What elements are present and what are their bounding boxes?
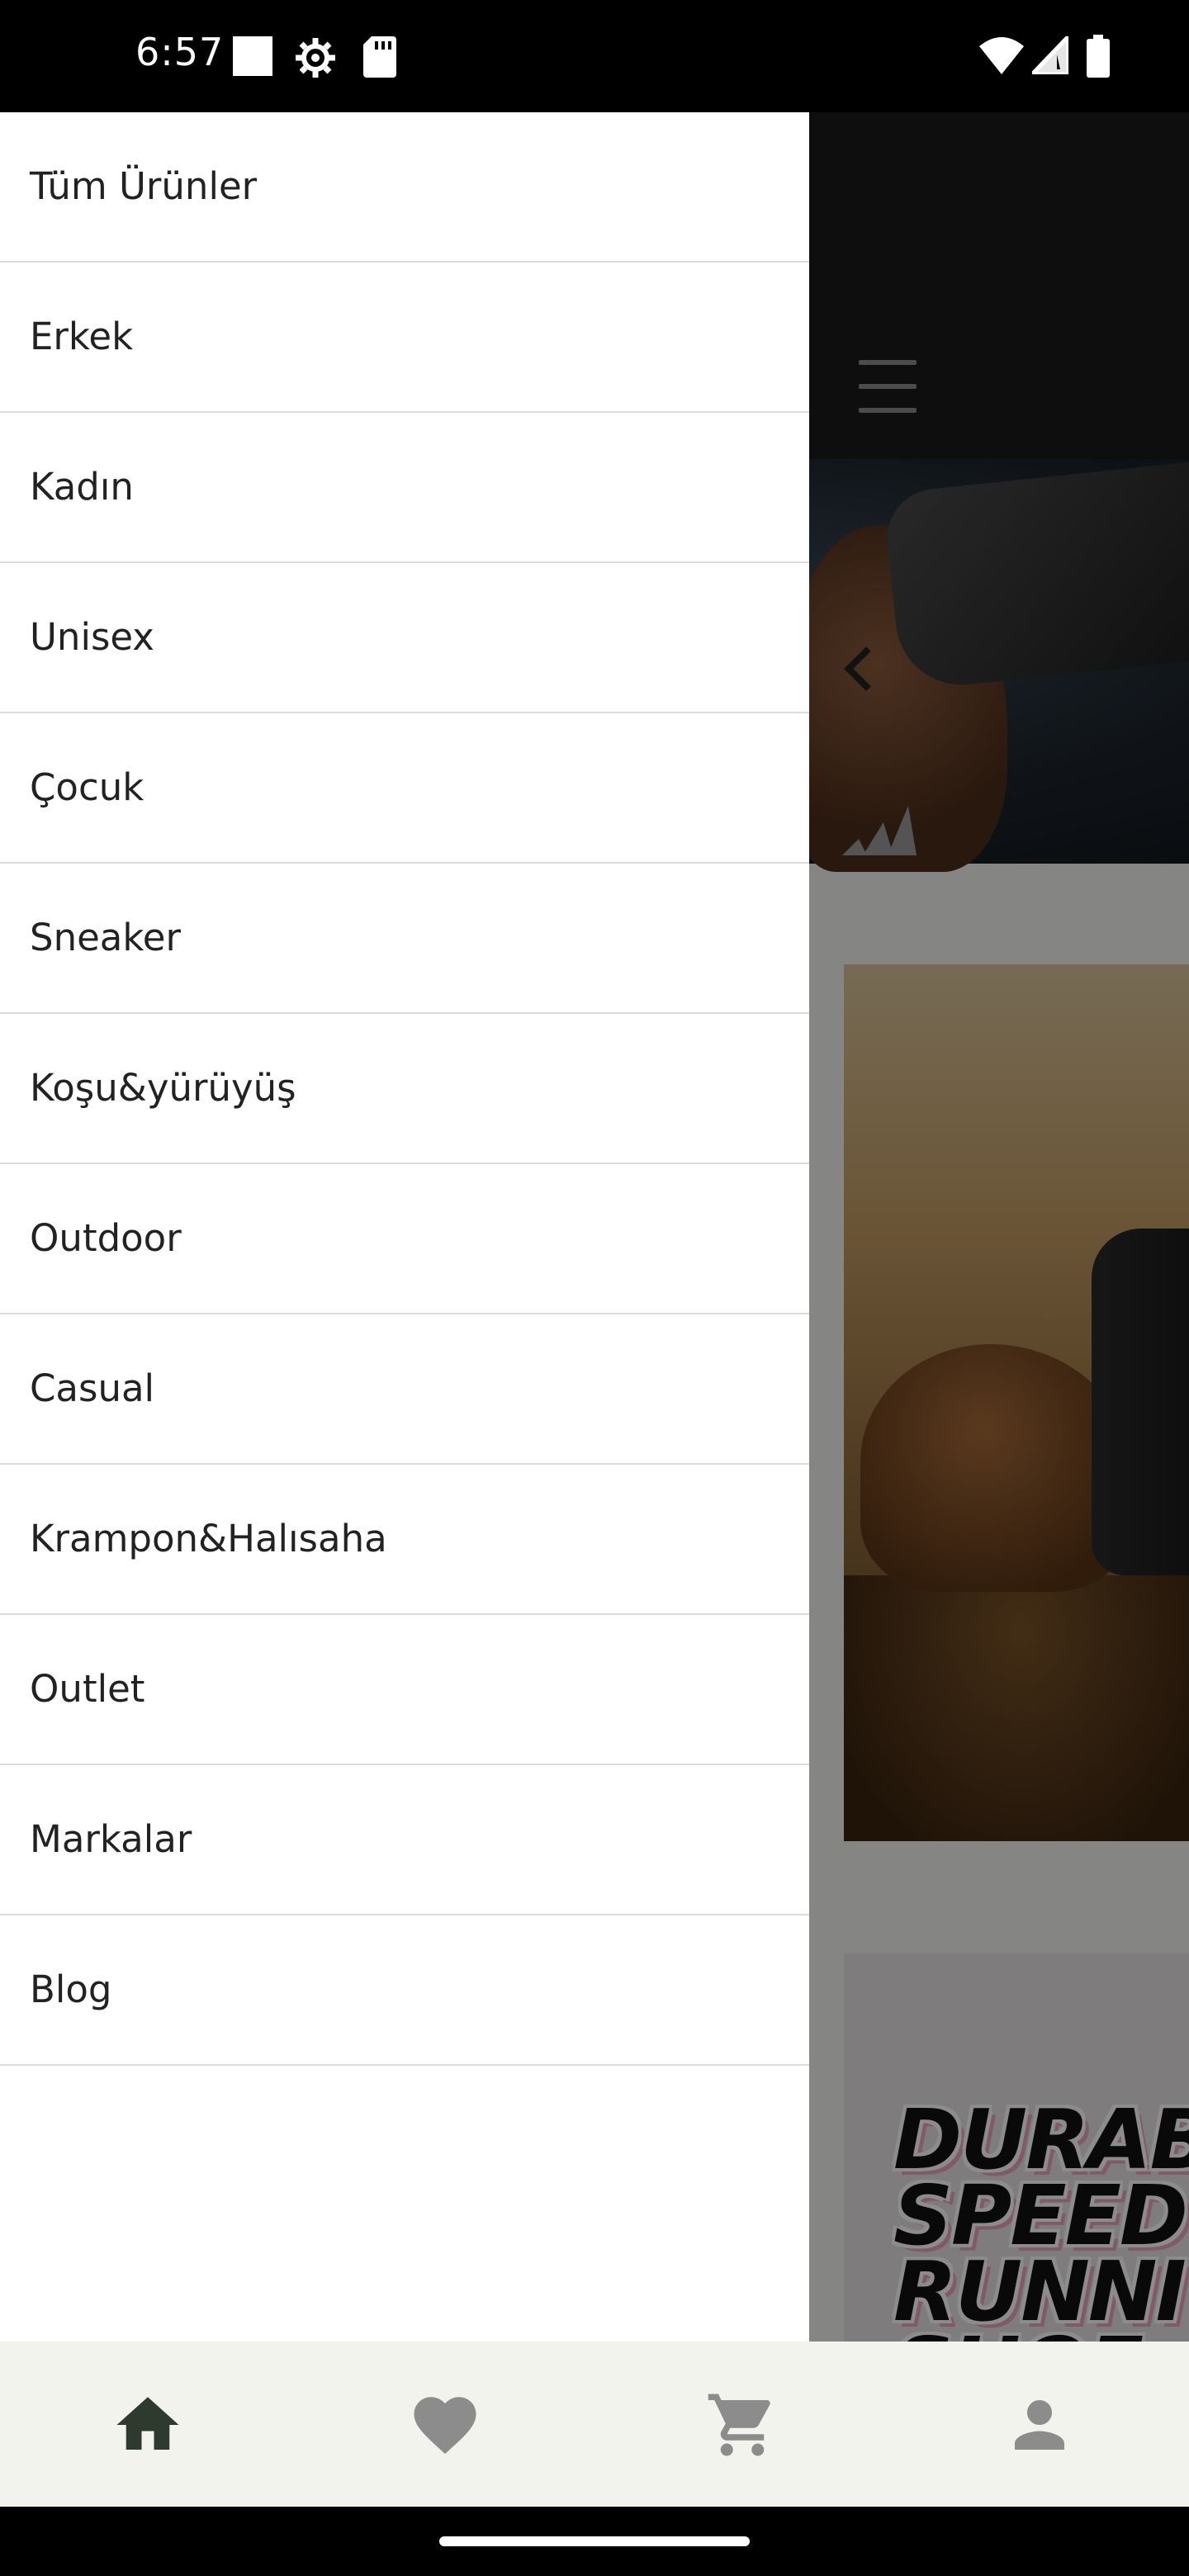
drawer-item-blog[interactable]: Blog (0, 1915, 809, 2066)
drawer-item-cocuk[interactable]: Çocuk (0, 713, 809, 864)
drawer-item-sneaker[interactable]: Sneaker (0, 864, 809, 1014)
navigation-drawer: Tüm Ürünler Erkek Kadın Unisex Çocuk Sne… (0, 112, 809, 2342)
drawer-item-markalar[interactable]: Markalar (0, 1765, 809, 1915)
drawer-item-label: Unisex (30, 615, 154, 659)
cart-icon[interactable] (705, 2388, 779, 2462)
drawer-item-kadin[interactable]: Kadın (0, 413, 809, 563)
settings-gear-icon (296, 38, 335, 78)
drawer-item-label: Outdoor (30, 1216, 182, 1260)
drawer-item-unisex[interactable]: Unisex (0, 563, 809, 713)
drawer-item-label: Kadın (30, 465, 134, 509)
drawer-item-outlet[interactable]: Outlet (0, 1615, 809, 1765)
status-bar: 6:57 (0, 0, 1189, 112)
drawer-item-label: Tüm Ürünler (30, 164, 258, 208)
drawer-item-erkek[interactable]: Erkek (0, 263, 809, 413)
drawer-item-label: Erkek (30, 315, 134, 358)
sd-card-icon (363, 36, 396, 78)
heart-icon[interactable] (408, 2388, 482, 2462)
drawer-item-label: Markalar (30, 1817, 192, 1861)
home-gesture-handle[interactable] (439, 2536, 750, 2546)
drawer-item-label: Casual (30, 1366, 155, 1410)
gesture-bar (0, 2507, 1189, 2576)
drawer-item-outdoor[interactable]: Outdoor (0, 1164, 809, 1314)
drawer-item-label: Çocuk (30, 765, 144, 809)
drawer-item-label: Koşu&yürüyüş (30, 1066, 296, 1110)
cellular-signal-icon (1032, 36, 1068, 74)
bottom-navigation (0, 2342, 1189, 2507)
wifi-icon (979, 37, 1024, 74)
drawer-item-kosu-yuruyus[interactable]: Koşu&yürüyüş (0, 1014, 809, 1164)
drawer-item-label: Blog (30, 1968, 112, 2011)
status-time: 6:57 (135, 30, 225, 74)
drawer-item-label: Sneaker (30, 916, 181, 959)
drawer-item-krampon-halisaha[interactable]: Krampon&Halısaha (0, 1465, 809, 1615)
notification-square-icon (233, 36, 272, 76)
drawer-item-label: Krampon&Halısaha (30, 1517, 387, 1560)
profile-icon[interactable] (1002, 2388, 1077, 2462)
battery-icon (1087, 35, 1110, 78)
drawer-item-casual[interactable]: Casual (0, 1314, 809, 1465)
home-icon[interactable] (111, 2388, 185, 2462)
drawer-item-label: Outlet (30, 1667, 145, 1711)
drawer-item-tum-urunler[interactable]: Tüm Ürünler (0, 112, 809, 263)
